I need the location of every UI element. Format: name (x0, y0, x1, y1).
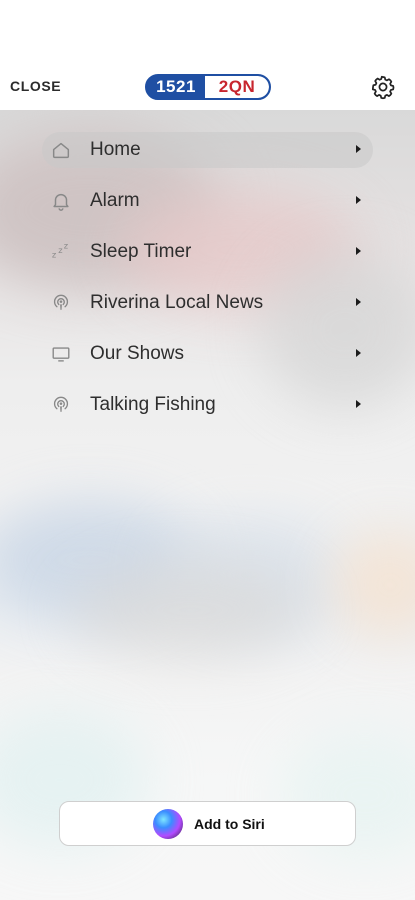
svg-text:z: z (52, 250, 56, 260)
svg-text:z: z (58, 245, 62, 255)
bell-icon (53, 193, 69, 211)
close-button[interactable]: CLOSE (10, 78, 61, 94)
menu-item-riverina-local-news[interactable]: Riverina Local News (42, 285, 373, 321)
menu-item-talking-fishing[interactable]: Talking Fishing (42, 387, 373, 423)
menu-item-label: Sleep Timer (90, 241, 192, 262)
chevron-right-icon (356, 349, 361, 357)
siri-orb-icon (153, 809, 183, 839)
menu-item-label: Riverina Local News (90, 292, 264, 313)
menu-item-label: Alarm (90, 190, 140, 211)
gear-icon[interactable] (370, 74, 396, 100)
add-to-siri-button[interactable]: Add to Siri (59, 801, 356, 846)
podcast-icon (53, 294, 69, 310)
menu-item-our-shows[interactable]: Our Shows (42, 336, 373, 372)
chevron-right-icon (356, 400, 361, 408)
chevron-right-icon (356, 196, 361, 204)
chevron-right-icon (356, 247, 361, 255)
monitor-icon (52, 347, 70, 362)
menu-item-label: Talking Fishing (90, 394, 216, 415)
podcast-icon (53, 396, 69, 412)
menu-item-alarm[interactable]: Alarm (42, 183, 373, 219)
blurred-background (0, 110, 415, 900)
chevron-right-icon (356, 145, 361, 153)
station-logo: 1521 2QN (145, 74, 271, 100)
logo-callsign: 2QN (205, 76, 269, 98)
menu-item-home[interactable]: Home (42, 132, 373, 168)
siri-button-label: Add to Siri (194, 816, 265, 832)
top-bar: CLOSE 1521 2QN (0, 0, 415, 110)
home-icon (52, 142, 70, 159)
menu-item-label: Home (90, 139, 141, 160)
chevron-right-icon (356, 298, 361, 306)
menu-item-label: Our Shows (90, 343, 184, 364)
sleep-zzz-icon: z z z (52, 241, 68, 260)
menu-item-sleep-timer[interactable]: z z z Sleep Timer (42, 234, 373, 270)
logo-frequency: 1521 (147, 76, 205, 98)
svg-text:z: z (64, 241, 68, 250)
